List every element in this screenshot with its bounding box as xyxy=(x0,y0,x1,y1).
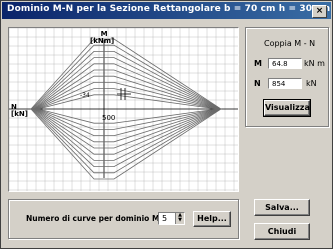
spinner-arrows-icon[interactable]: ▲ ▼ xyxy=(175,213,184,224)
n-value-field[interactable]: 854 xyxy=(268,78,302,89)
m-unit: kN m xyxy=(304,59,325,68)
n-field-label: N xyxy=(254,79,261,88)
plot-background xyxy=(9,28,238,191)
title-bar[interactable]: Dominio M-N per la Sezione Rettangolare … xyxy=(2,2,331,19)
curves-count-label: Numero di curve per dominio M-N xyxy=(26,214,169,223)
curves-count-value: 5 xyxy=(162,214,168,223)
help-button[interactable]: Help... xyxy=(193,211,231,227)
y-axis-label: M [kNm] xyxy=(90,31,114,45)
plot-canvas xyxy=(9,28,238,191)
window-title: Dominio M-N per la Sezione Rettangolare … xyxy=(7,4,331,14)
x-tick-label: 500 xyxy=(102,114,116,122)
curves-settings-group: Numero di curve per dominio M-N 5 ▲ ▼ Hel… xyxy=(8,199,239,239)
save-button[interactable]: Salva... xyxy=(254,199,310,216)
mn-domain-plot: M [kNm] N [kN] 500 -34 xyxy=(8,27,239,192)
m-field-label: M xyxy=(254,59,262,68)
m-value-field[interactable]: 64.8 xyxy=(268,58,302,69)
n-unit: kN xyxy=(306,79,317,88)
curves-count-spinner[interactable]: 5 ▲ ▼ xyxy=(158,212,185,225)
x-axis-label: N [kN] xyxy=(11,104,28,118)
y-axis-label-line2: [kNm] xyxy=(90,37,115,45)
coppia-mn-title: Coppia M - N xyxy=(264,39,316,48)
marker-label: -34 xyxy=(80,92,90,99)
close-window-button[interactable]: × xyxy=(312,5,327,18)
close-button[interactable]: Chiudi xyxy=(254,223,310,240)
main-window: Dominio M-N per la Sezione Rettangolare … xyxy=(0,0,333,249)
visualizza-button[interactable]: Visualizza xyxy=(263,99,311,117)
coppia-mn-group: Coppia M - N M 64.8 kN m N 854 kN Visual… xyxy=(245,27,329,127)
x-axis-label-line2: [kN] xyxy=(11,110,28,118)
